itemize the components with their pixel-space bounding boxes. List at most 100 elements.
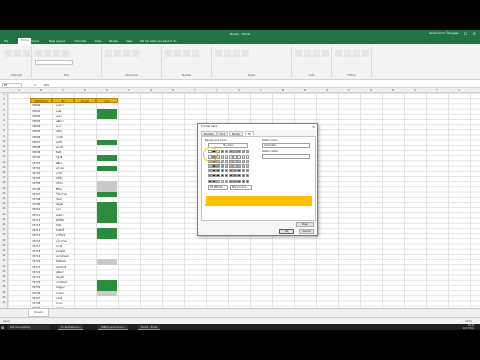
font-name-box[interactable] [35,60,73,65]
color-swatch[interactable] [245,149,250,154]
color-swatch[interactable] [212,173,216,178]
color-swatch[interactable] [216,173,220,178]
color-swatch[interactable] [237,168,241,173]
taskbar-app-0[interactable]: ตัว ฟังก์ชันตัวอย่าง [58,324,84,330]
color-swatch[interactable] [237,173,241,178]
sheet-tab[interactable]: Sheet1 [28,309,50,317]
color-swatch[interactable] [241,179,246,184]
color-swatch[interactable] [233,159,237,164]
color-swatch[interactable] [224,164,229,168]
color-swatch[interactable] [212,168,216,173]
ribbon-button-icon[interactable] [183,50,190,57]
fx-icon[interactable]: fx [34,83,37,87]
column-header-P[interactable]: P [338,89,360,92]
fill-effects-button[interactable]: Fill Effects... [208,184,228,190]
ribbon-button-icon[interactable] [165,50,172,57]
column-header-R[interactable]: R [382,89,404,92]
taskbar-app-1[interactable]: [NEW] สอนทำเอกสาร [98,324,128,330]
color-swatch[interactable] [208,168,212,173]
ribbon-button-icon[interactable] [5,50,12,57]
color-swatch[interactable] [224,168,229,173]
color-swatch[interactable] [229,179,233,184]
ribbon-button-icon[interactable] [53,50,60,57]
color-swatch[interactable] [245,168,250,173]
column-header-B[interactable]: B [30,89,52,92]
color-swatch[interactable] [220,173,225,178]
more-colors-button[interactable]: More Colors... [230,184,252,190]
menu-item-3[interactable]: Page Layout [49,40,65,43]
color-swatch[interactable] [229,164,233,168]
ribbon-button-icon[interactable] [362,50,369,57]
column-header-D[interactable]: D [74,89,96,92]
ribbon-button-icon[interactable] [114,50,121,57]
ok-button[interactable]: OK [279,229,294,234]
ribbon-button-icon[interactable] [62,50,69,57]
color-swatch[interactable] [245,155,250,159]
column-header-M[interactable]: M [272,89,294,92]
color-swatch[interactable] [237,159,241,164]
column-header-E[interactable]: E [96,89,118,92]
ribbon-button-icon[interactable] [14,50,21,57]
pattern-color-dropdown[interactable]: Automatic [262,142,310,148]
color-swatch[interactable] [229,168,233,173]
column-header-Q[interactable]: Q [360,89,382,92]
menu-item-5[interactable]: Data [95,40,101,43]
color-swatch[interactable] [224,149,229,154]
pattern-style-dropdown[interactable] [262,153,310,159]
color-swatch[interactable] [220,159,225,164]
menu-item-0[interactable]: File [4,40,8,43]
color-swatch[interactable] [216,179,220,184]
close-icon[interactable]: ✕ [312,124,315,130]
color-swatch[interactable] [241,149,246,154]
ribbon-button-icon[interactable] [174,50,181,57]
color-swatch[interactable] [224,159,229,164]
menu-item-7[interactable]: View [126,40,132,43]
ribbon-button-icon[interactable] [335,50,342,57]
column-header-J[interactable]: J [206,89,228,92]
menu-item-2[interactable]: Insert [32,40,39,43]
color-swatch[interactable] [224,173,229,178]
ribbon-button-icon[interactable] [353,50,360,57]
color-swatch[interactable] [220,149,225,154]
color-swatch[interactable] [216,168,220,173]
ribbon-button-icon[interactable] [215,50,222,57]
color-swatch[interactable] [237,149,241,154]
row-header-41[interactable]: 41 [0,301,8,306]
color-swatch[interactable] [233,155,237,159]
color-swatch[interactable] [241,164,246,168]
cancel-button[interactable]: Cancel [299,229,314,234]
column-header-O[interactable]: O [316,89,338,92]
column-header-I[interactable]: I [184,89,206,92]
ribbon-button-icon[interactable] [304,50,311,57]
menu-item-6[interactable]: Review [109,40,118,43]
color-swatch[interactable] [241,159,246,164]
color-swatch[interactable] [233,179,237,184]
ribbon-button-icon[interactable] [123,50,130,57]
color-swatch[interactable] [212,179,216,184]
color-swatch[interactable] [241,155,246,159]
ribbon-button-icon[interactable] [23,50,30,57]
taskbar-app-2[interactable]: Book1 - Excel [138,324,161,330]
ribbon-button-icon[interactable] [44,50,51,57]
color-swatch[interactable] [208,164,212,168]
color-swatch[interactable] [237,164,241,168]
color-swatch[interactable] [245,179,250,184]
taskbar-search[interactable]: Ask me anything [8,324,50,330]
color-swatch[interactable] [241,173,246,178]
color-swatch[interactable] [233,164,237,168]
color-swatch[interactable] [224,155,229,159]
color-swatch[interactable] [208,173,212,178]
color-swatch[interactable] [229,149,233,154]
menu-item-4[interactable]: Formulas [75,40,87,43]
window-controls[interactable]: — ☐ ✕ [455,31,478,36]
column-header-N[interactable]: N [294,89,316,92]
menu-item-8[interactable]: Tell me what you want to do [140,40,177,43]
color-swatch[interactable] [237,179,241,184]
color-swatch[interactable] [216,164,220,168]
clear-button[interactable]: Clear [296,222,314,227]
color-swatch[interactable] [229,155,233,159]
windows-start-icon[interactable]: ⊞ [1,325,6,330]
color-swatch[interactable] [237,155,241,159]
color-swatch[interactable] [212,164,216,168]
column-header-S[interactable]: S [404,89,426,92]
